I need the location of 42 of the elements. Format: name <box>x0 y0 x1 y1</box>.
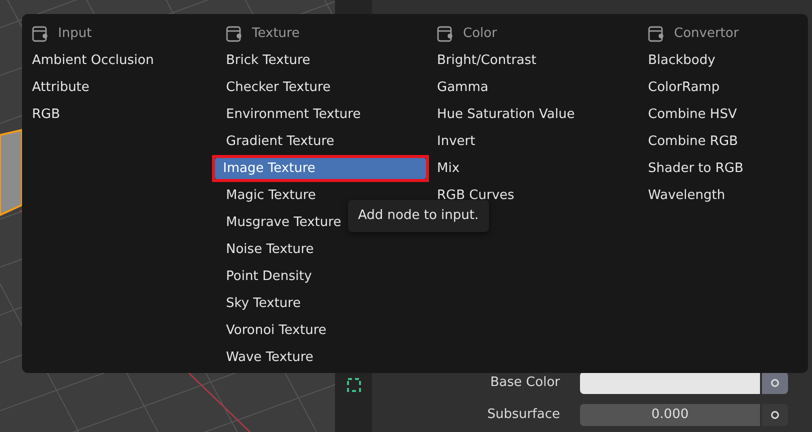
color-swatch[interactable] <box>580 372 760 394</box>
socket-button[interactable] <box>762 372 788 394</box>
socket-icon <box>770 378 780 388</box>
tooltip: Add node to input. <box>348 200 489 232</box>
menu-item[interactable]: Shader to RGB <box>640 155 808 182</box>
category-heading: Input <box>58 25 92 44</box>
menu-item[interactable]: Combine RGB <box>640 128 808 155</box>
menu-item[interactable]: Gradient Texture <box>218 128 429 155</box>
field-label: Base Color <box>489 374 561 392</box>
socket-icon <box>770 410 780 420</box>
constraint-icon[interactable] <box>344 376 362 394</box>
category-heading: Texture <box>252 25 300 44</box>
menu-item[interactable]: ColorRamp <box>640 74 808 101</box>
menu-item[interactable]: Blackbody <box>640 47 808 74</box>
menu-item[interactable]: Ambient Occlusion <box>24 47 218 74</box>
menu-item[interactable]: Mix <box>429 155 640 182</box>
menu-item[interactable]: Gamma <box>429 74 640 101</box>
socket-button[interactable] <box>762 404 788 426</box>
field-label: Subsurface <box>486 406 561 424</box>
menu-item[interactable]: Wavelength <box>640 182 808 209</box>
menu-item[interactable]: Sky Texture <box>218 290 429 317</box>
menu-item[interactable]: Image Texture <box>215 158 426 179</box>
menu-item[interactable]: Bright/Contrast <box>429 47 640 74</box>
number-field[interactable]: 0.000 <box>580 404 760 426</box>
node-icon <box>32 26 48 42</box>
menu-item[interactable]: Invert <box>429 128 640 155</box>
menu-item[interactable]: Checker Texture <box>218 74 429 101</box>
menu-item[interactable]: Wave Texture <box>218 344 429 371</box>
category-heading: Convertor <box>674 25 739 44</box>
menu-item[interactable]: Voronoi Texture <box>218 317 429 344</box>
menu-item[interactable]: Environment Texture <box>218 101 429 128</box>
category-heading: Color <box>463 25 497 44</box>
menu-item[interactable]: Hue Saturation Value <box>429 101 640 128</box>
menu-item[interactable]: Noise Texture <box>218 236 429 263</box>
node-icon <box>437 26 453 42</box>
menu-item[interactable]: Combine HSV <box>640 101 808 128</box>
menu-item[interactable]: RGB <box>24 101 218 128</box>
node-icon <box>648 26 664 42</box>
menu-item[interactable]: Point Density <box>218 263 429 290</box>
menu-item[interactable]: Brick Texture <box>218 47 429 74</box>
menu-item[interactable]: Attribute <box>24 74 218 101</box>
node-icon <box>226 26 242 42</box>
